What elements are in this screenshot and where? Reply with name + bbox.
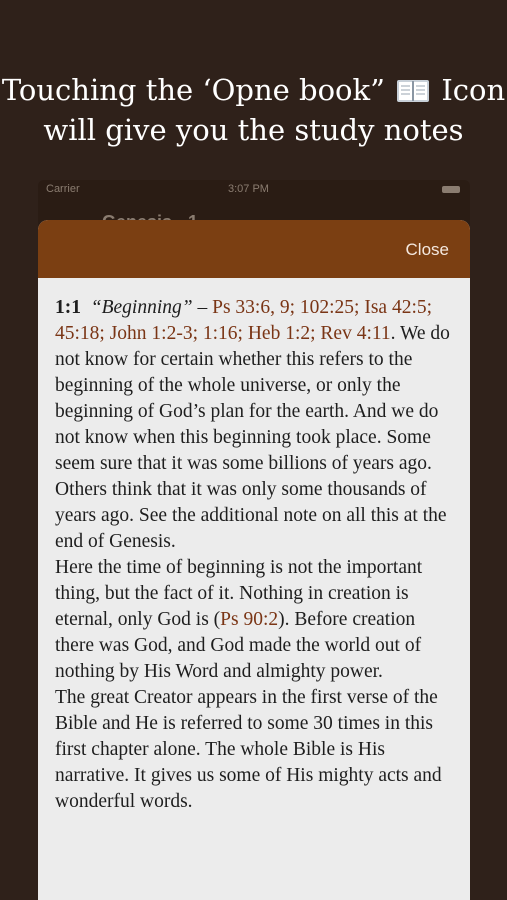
sheet-header: Close — [38, 220, 470, 278]
caption-text-1: Touching the ‘Opne book” — [1, 73, 385, 107]
status-bar: Carrier 3:07 PM — [38, 180, 470, 200]
caption: Touching the ‘Opne book” Icon will give … — [0, 72, 507, 148]
caption-line-2: will give you the study notes — [43, 113, 464, 147]
note-term: “Beginning” — [90, 297, 193, 318]
note-paragraph-3: The great Creator appears in the first v… — [55, 687, 442, 812]
caption-text-icon: Icon — [441, 73, 506, 107]
close-button[interactable]: Close — [406, 240, 449, 260]
caption-line-1: Touching the ‘Opne book” Icon — [0, 72, 507, 112]
scripture-link[interactable]: Ps 33:6, 9; 102:25; — [212, 297, 359, 318]
verse-number: 1:1 — [55, 297, 81, 318]
open-book-icon — [396, 76, 430, 112]
scripture-link[interactable]: Rev 4:11 — [320, 323, 390, 344]
battery-icon — [442, 186, 460, 193]
study-notes-sheet: Close 1:1 “Beginning” – Ps 33:6, 9; 102:… — [38, 220, 470, 900]
carrier-label: Carrier — [46, 183, 80, 195]
clock: 3:07 PM — [228, 183, 269, 195]
note-paragraph-1: 1:1 “Beginning” – Ps 33:6, 9; 102:25; Is… — [55, 295, 456, 555]
study-note-content: 1:1 “Beginning” – Ps 33:6, 9; 102:25; Is… — [38, 278, 470, 815]
note-dash: – — [192, 297, 213, 318]
note-body-1: . We do not know for certain whether thi… — [55, 323, 450, 552]
note-paragraph-2: Here the time of beginning is not the im… — [55, 555, 456, 685]
scripture-link[interactable]: Ps 90:2 — [220, 609, 278, 630]
